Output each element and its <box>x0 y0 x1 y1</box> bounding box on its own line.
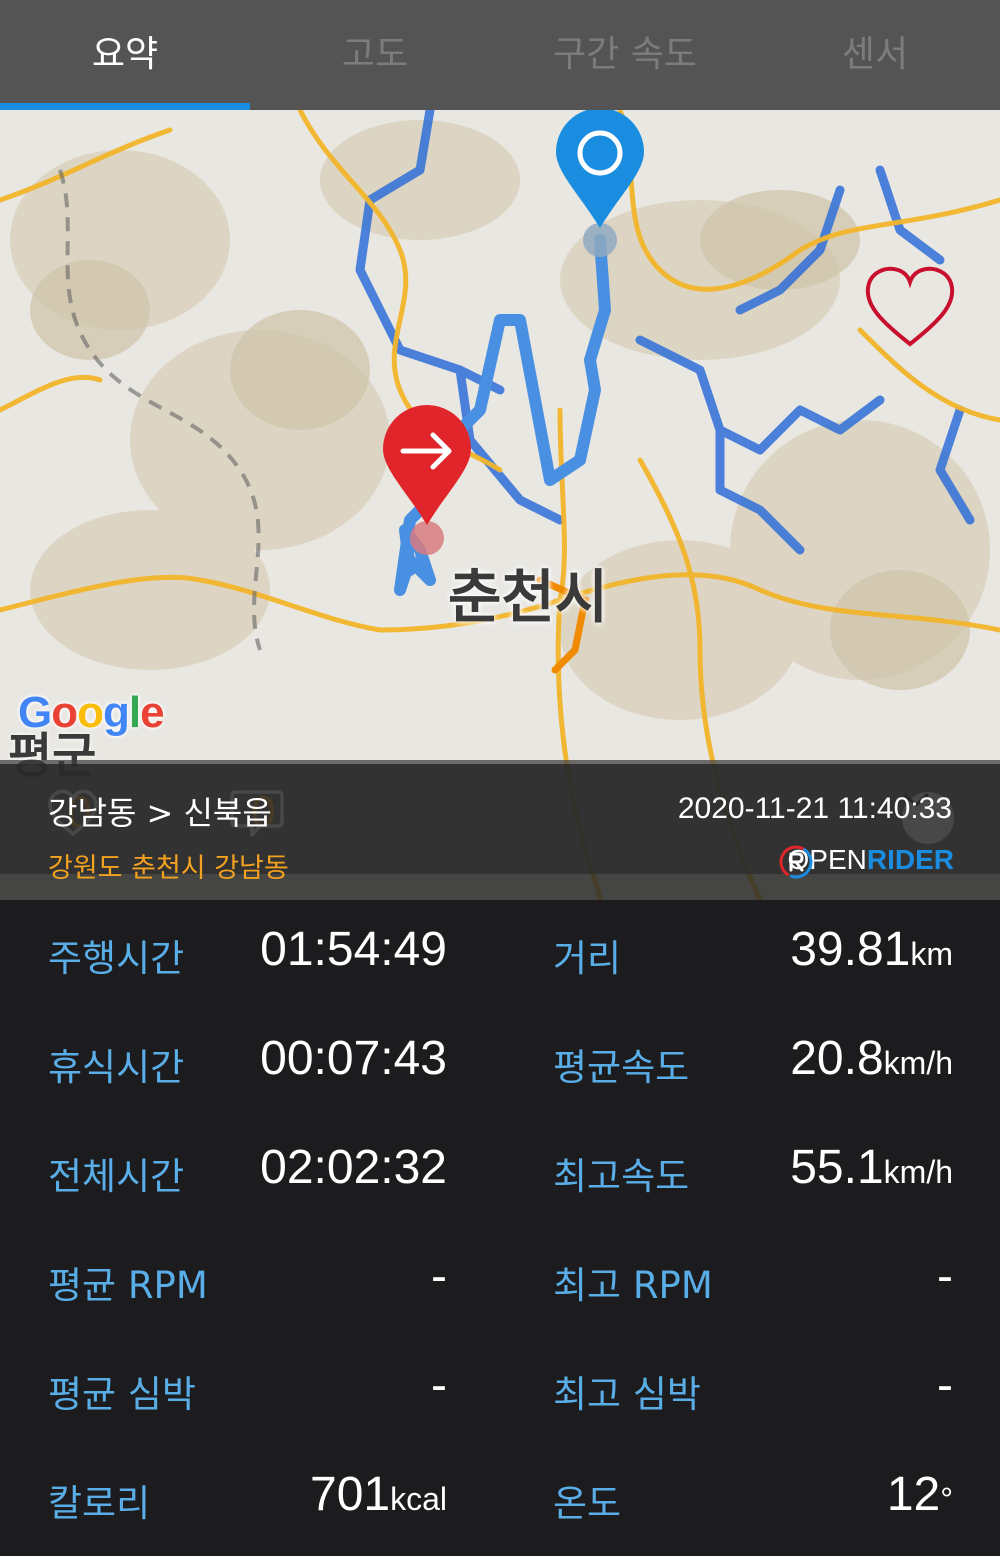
brand-rider-text: RIDER <box>866 844 954 875</box>
stat-row: 전체시간 02:02:32 최고속도 55.1km/h <box>0 1118 1000 1227</box>
stat-label-avg-speed: 평균속도 <box>553 1046 690 1089</box>
stat-row: 휴식시간 00:07:43 평균속도 20.8km/h <box>0 1009 1000 1118</box>
stat-label-distance: 거리 <box>553 937 622 980</box>
stats-panel: 주행시간 01:54:49 거리 39.81km 휴식시간 00:07:43 평… <box>0 900 1000 1556</box>
stat-label-total-time: 전체시간 <box>48 1155 185 1198</box>
tab-summary[interactable]: 요약 <box>0 0 250 110</box>
stat-value-max-speed: 55.1km/h <box>790 1141 953 1194</box>
stat-row: 주행시간 01:54:49 거리 39.81km <box>0 900 1000 1009</box>
stat-label-rest-time: 휴식시간 <box>48 1046 185 1089</box>
stat-label-temperature: 온도 <box>553 1482 622 1525</box>
stat-value-riding-time: 01:54:49 <box>260 923 447 976</box>
tab-bar: 요약 고도 구간 속도 센서 <box>0 0 1000 110</box>
stat-label-avg-heart-rate: 평균 심박 <box>48 1373 196 1416</box>
stat-label-max-heart-rate: 최고 심박 <box>553 1373 701 1416</box>
stat-value-rest-time: 00:07:43 <box>260 1032 447 1085</box>
stat-label-max-rpm: 최고 RPM <box>553 1264 713 1307</box>
openrider-logo-icon <box>779 845 813 879</box>
stat-value-avg-speed: 20.8km/h <box>790 1032 953 1085</box>
stat-row: 평균 심박 - 최고 심박 - <box>0 1336 1000 1445</box>
stat-value-distance: 39.81km <box>790 923 953 976</box>
stat-value-avg-rpm: - <box>431 1250 447 1303</box>
stat-label-riding-time: 주행시간 <box>48 937 185 980</box>
tab-section-speed[interactable]: 구간 속도 <box>500 0 750 110</box>
stat-label-avg-rpm: 평균 RPM <box>48 1264 208 1307</box>
brand-logo: OPEN RIDER <box>778 844 954 879</box>
stat-label-max-speed: 최고속도 <box>553 1155 690 1198</box>
tab-elevation[interactable]: 고도 <box>250 0 500 110</box>
stat-value-max-rpm: - <box>937 1250 953 1303</box>
stat-value-total-time: 02:02:32 <box>260 1141 447 1194</box>
stat-value-temperature: 12° <box>886 1468 953 1521</box>
route-location: 강원도 춘천시 강남동 <box>48 853 289 884</box>
google-logo: Google <box>18 688 165 737</box>
route-info-bar: 강남동 > 신북읍 강원도 춘천시 강남동 2020-11-21 11:40:3… <box>0 764 1000 900</box>
stat-label-calories: 칼로리 <box>48 1482 151 1525</box>
active-tab-indicator <box>0 103 250 110</box>
route-map[interactable]: 춘천시 평군 Google 0 0 강남동 > 신북읍 강원도 춘천시 강남동 <box>0 110 1000 900</box>
stat-value-max-heart-rate: - <box>937 1359 953 1412</box>
stat-row: 평균 RPM - 최고 RPM - <box>0 1227 1000 1336</box>
stat-value-avg-heart-rate: - <box>431 1359 447 1412</box>
route-title: 강남동 > 신북읍 <box>48 794 272 832</box>
tab-sensor[interactable]: 센서 <box>750 0 1000 110</box>
favorite-heart-icon[interactable] <box>862 262 958 352</box>
stat-value-calories: 701kcal <box>310 1468 447 1521</box>
route-datetime: 2020-11-21 11:40:33 <box>677 792 952 825</box>
map-city-label: 춘천시 <box>448 563 609 631</box>
stat-row: 칼로리 701kcal 온도 12° <box>0 1445 1000 1554</box>
